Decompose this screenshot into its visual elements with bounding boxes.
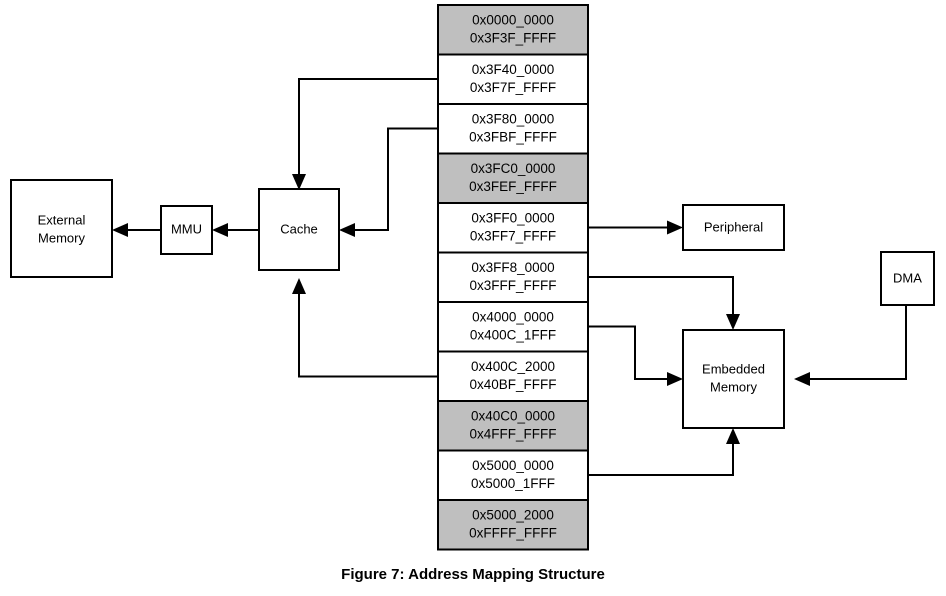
address-map-row: 0x3FC0_0000 0x3FEF_FFFF xyxy=(437,152,589,204)
address-map-row-end: 0x3FFF_FFFF xyxy=(470,278,557,293)
figure-caption: Figure 7: Address Mapping Structure xyxy=(341,566,605,583)
address-map-row: 0x5000_0000 0x5000_1FFF xyxy=(437,449,589,501)
arrowhead-embedded-bottom xyxy=(726,428,740,444)
arrowhead-embedded-left xyxy=(667,372,683,386)
embedded-memory-label-line1: Embedded xyxy=(702,361,765,376)
figure-canvas: 0x0000_0000 0x3F3F_FFFF 0x3F40_0000 0x3F… xyxy=(10,4,935,551)
address-map-row-start: 0x3FF8_0000 xyxy=(471,260,554,275)
dma-label: DMA xyxy=(893,270,922,285)
arrowhead-cache-top xyxy=(292,174,306,190)
address-map-row-end: 0x3FF7_FFFF xyxy=(470,229,556,244)
arrowhead-external-memory-right xyxy=(112,223,128,237)
address-map-row: 0x3F40_0000 0x3F7F_FFFF xyxy=(437,53,589,105)
block-embedded-memory[interactable]: Embedded Memory xyxy=(682,329,785,429)
address-map-row: 0x0000_0000 0x3F3F_FFFF xyxy=(437,4,589,56)
address-map-row-start: 0x3F40_0000 xyxy=(472,62,555,77)
block-dma[interactable]: DMA xyxy=(880,251,935,306)
connector-row7-to-cache-bottom xyxy=(298,288,438,378)
address-map-row-start: 0x0000_0000 xyxy=(472,13,554,28)
arrowhead-mmu-right xyxy=(212,223,228,237)
address-map-row-start: 0x5000_0000 xyxy=(472,458,554,473)
address-map-row: 0x3FF0_0000 0x3FF7_FFFF xyxy=(437,202,589,254)
mmu-label: MMU xyxy=(171,221,202,236)
block-external-memory[interactable]: External Memory xyxy=(10,179,113,278)
address-map-row-end: 0x3FBF_FFFF xyxy=(469,130,557,145)
address-map-row: 0x40C0_0000 0x4FFF_FFFF xyxy=(437,400,589,452)
address-map-row-start: 0x5000_2000 xyxy=(472,508,554,523)
arrowhead-cache-bottom xyxy=(292,278,306,294)
connector-row9-to-embedded-bottom xyxy=(588,438,734,476)
cache-label: Cache xyxy=(280,221,318,236)
address-map-row-start: 0x4000_0000 xyxy=(472,310,554,325)
address-map-row: 0x400C_2000 0x40BF_FFFF xyxy=(437,350,589,402)
address-map-row-start: 0x400C_2000 xyxy=(471,359,555,374)
external-memory-label-line2: Memory xyxy=(38,230,85,245)
arrowhead-cache-right xyxy=(339,223,355,237)
address-map-row-end: 0x40BF_FFFF xyxy=(469,377,556,392)
address-map-table: 0x0000_0000 0x3F3F_FFFF 0x3F40_0000 0x3F… xyxy=(437,4,589,551)
arrowhead-embedded-top xyxy=(726,314,740,330)
address-map-row-end: 0x4FFF_FFFF xyxy=(470,427,557,442)
external-memory-label-line1: External xyxy=(38,212,86,227)
address-mapping-diagram: 0x0000_0000 0x3F3F_FFFF 0x3F40_0000 0x3F… xyxy=(0,0,946,596)
address-map-row: 0x3F80_0000 0x3FBF_FFFF xyxy=(437,103,589,155)
address-map-row-end: 0x400C_1FFF xyxy=(470,328,556,343)
peripheral-label: Peripheral xyxy=(704,219,763,234)
arrowhead-peripheral-left xyxy=(667,220,683,235)
address-map-row-start: 0x3F80_0000 xyxy=(472,112,555,127)
address-map-row-end: 0xFFFF_FFFF xyxy=(469,526,557,541)
address-map-row-start: 0x40C0_0000 xyxy=(471,409,555,424)
connector-row6-to-embedded-left xyxy=(588,325,673,380)
address-map-row: 0x4000_0000 0x400C_1FFF xyxy=(437,301,589,353)
address-map-row: 0x5000_2000 0xFFFF_FFFF xyxy=(437,499,589,551)
block-cache[interactable]: Cache xyxy=(258,188,340,271)
block-mmu[interactable]: MMU xyxy=(160,205,213,255)
arrowhead-embedded-right xyxy=(794,372,810,386)
connector-dma-to-embedded-right xyxy=(804,305,907,380)
address-map-row-end: 0x3F7F_FFFF xyxy=(470,80,556,95)
block-peripheral[interactable]: Peripheral xyxy=(682,204,785,251)
connector-row5-to-embedded-top xyxy=(588,276,734,320)
connector-row2-to-cache-right xyxy=(349,127,438,231)
address-map-row-start: 0x3FC0_0000 xyxy=(471,161,556,176)
external-memory-box[interactable] xyxy=(10,179,113,278)
address-map-row-end: 0x3F3F_FFFF xyxy=(470,31,556,46)
embedded-memory-label-line2: Memory xyxy=(710,379,757,394)
address-map-row-start: 0x3FF0_0000 xyxy=(471,211,554,226)
address-map-row-end: 0x5000_1FFF xyxy=(471,476,555,491)
address-map-row-end: 0x3FEF_FFFF xyxy=(469,179,557,194)
address-map-row: 0x3FF8_0000 0x3FFF_FFFF xyxy=(437,251,589,303)
